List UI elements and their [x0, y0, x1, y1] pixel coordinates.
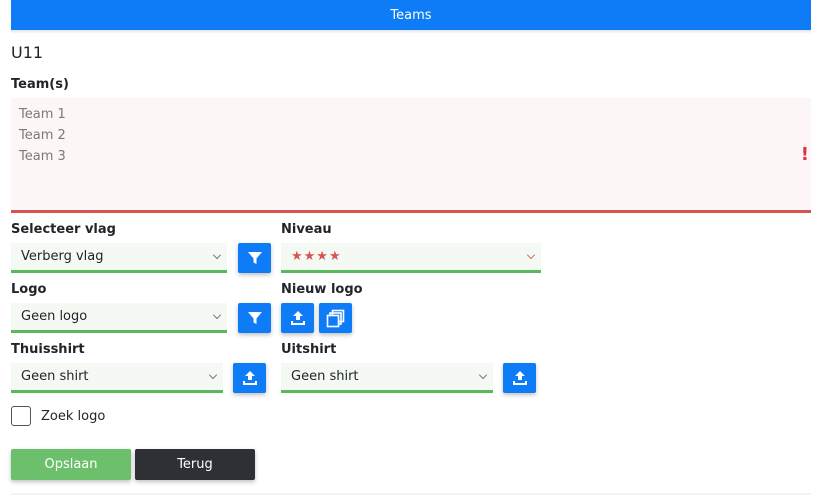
chevron-down-icon	[209, 371, 217, 379]
flag-label: Selecteer vlag	[11, 222, 116, 237]
header-bar: Teams	[11, 0, 811, 30]
upload-icon	[242, 371, 257, 385]
teams-label: Team(s)	[11, 77, 69, 92]
level-label: Niveau	[281, 222, 332, 237]
error-icon: !	[800, 144, 809, 165]
level-select[interactable]: ★★★★	[281, 243, 541, 273]
home-shirt-value: Geen shirt	[21, 369, 89, 384]
logo-filter-button[interactable]	[238, 303, 271, 333]
group-name: U11	[11, 43, 44, 62]
upload-icon	[290, 311, 305, 325]
search-logo-label: Zoek logo	[41, 409, 106, 424]
flag-filter-button[interactable]	[238, 243, 271, 273]
chevron-down-icon	[479, 371, 487, 379]
home-shirt-label: Thuisshirt	[11, 342, 85, 357]
back-button-label: Terug	[177, 457, 213, 472]
back-button[interactable]: Terug	[135, 449, 255, 480]
away-shirt-value: Geen shirt	[291, 369, 359, 384]
upload-away-shirt-button[interactable]	[503, 363, 536, 393]
new-logo-label: Nieuw logo	[281, 282, 363, 297]
chevron-down-icon	[213, 251, 221, 259]
team-entry: Team 3	[19, 149, 66, 164]
upload-logo-button[interactable]	[281, 303, 314, 333]
page-title: Teams	[390, 7, 432, 23]
flag-select-value: Verberg vlag	[21, 249, 104, 264]
filter-icon	[247, 252, 262, 264]
team-entry: Team 2	[19, 128, 66, 143]
logo-select-value: Geen logo	[21, 309, 88, 324]
copy-icon	[326, 309, 344, 328]
upload-icon	[512, 371, 527, 385]
copy-logo-button[interactable]	[319, 303, 352, 333]
save-button-label: Opslaan	[44, 457, 98, 472]
filter-icon	[247, 312, 262, 324]
logo-select[interactable]: Geen logo	[11, 303, 227, 333]
level-stars: ★★★★	[291, 249, 342, 264]
teams-textarea[interactable]: Team 1 Team 2 Team 3 !	[11, 98, 811, 213]
bottom-divider	[11, 493, 811, 495]
away-shirt-select[interactable]: Geen shirt	[281, 363, 493, 393]
home-shirt-select[interactable]: Geen shirt	[11, 363, 223, 393]
chevron-down-icon	[213, 311, 221, 319]
team-entry: Team 1	[19, 107, 66, 122]
header-shadow	[11, 30, 811, 34]
away-shirt-label: Uitshirt	[281, 342, 337, 357]
search-logo-checkbox[interactable]	[11, 406, 31, 426]
save-button[interactable]: Opslaan	[11, 449, 131, 480]
upload-home-shirt-button[interactable]	[233, 363, 266, 393]
chevron-down-icon	[527, 251, 535, 259]
flag-select[interactable]: Verberg vlag	[11, 243, 227, 273]
logo-label: Logo	[11, 282, 47, 297]
